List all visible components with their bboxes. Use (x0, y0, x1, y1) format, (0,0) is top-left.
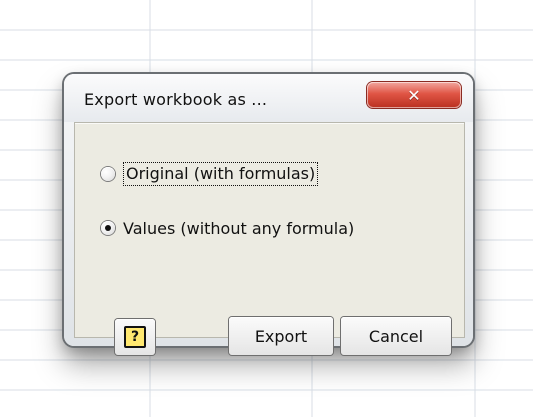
radio-values[interactable] (101, 221, 115, 235)
cancel-button[interactable]: Cancel (341, 317, 451, 355)
dialog-titlebar: Export workbook as ... ✕ (64, 74, 473, 122)
radio-option-values[interactable]: Values (without any formula) (101, 215, 354, 241)
close-button[interactable]: ✕ (367, 82, 461, 108)
dialog-client: Original (with formulas) Values (without… (74, 122, 465, 355)
radio-original-label-wrap: Original (with formulas) (123, 162, 319, 186)
radio-original[interactable] (101, 167, 115, 181)
dialog-title: Export workbook as ... (84, 90, 268, 109)
help-button[interactable]: ? (115, 319, 155, 355)
close-icon: ✕ (407, 85, 421, 105)
export-button-label: Export (254, 326, 308, 346)
export-button[interactable]: Export (229, 317, 333, 355)
export-dialog: Export workbook as ... ✕ Original (with … (64, 74, 473, 355)
cancel-button-label: Cancel (368, 326, 424, 346)
radio-original-label: Original (with formulas) (126, 164, 316, 183)
screen: Export workbook as ... ✕ Original (with … (0, 0, 533, 417)
help-icon: ? (124, 326, 146, 348)
radio-values-label: Values (without any formula) (123, 218, 355, 238)
radio-option-original[interactable]: Original (with formulas) (101, 161, 319, 187)
